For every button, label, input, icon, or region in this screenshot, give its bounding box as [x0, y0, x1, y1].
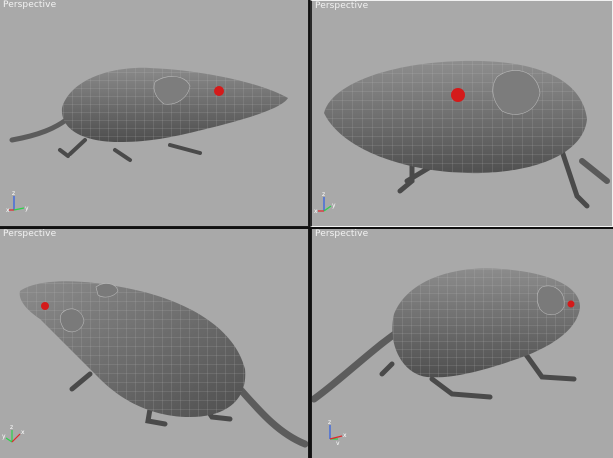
- viewport-label[interactable]: Perspective: [3, 229, 56, 239]
- axis-y-label: y: [336, 440, 340, 445]
- eye: [567, 300, 575, 308]
- axis-z-label: z: [12, 190, 15, 197]
- axis-z-label: z: [322, 191, 325, 198]
- axis-y-label: y: [2, 433, 6, 440]
- axis-x-label: x: [314, 208, 318, 215]
- eye: [214, 86, 224, 96]
- axis-tripod: z y x: [2, 424, 25, 443]
- mouse-model-side-view: [9, 67, 288, 162]
- viewport-label[interactable]: Perspective: [315, 229, 368, 239]
- axis-tripod: z x y: [6, 190, 29, 214]
- axis-tripod: z x y: [314, 191, 336, 215]
- axis-x-label: x: [21, 429, 25, 436]
- mouse-model-front-view: [324, 60, 610, 209]
- axis-z-label: z: [10, 424, 13, 431]
- axis-x-label: x: [6, 207, 10, 214]
- viewport-top-left[interactable]: z x y Perspective: [0, 0, 309, 227]
- mouse-model-rear-view: [312, 268, 580, 403]
- axis-tripod: z y x: [328, 419, 347, 445]
- mouse-model-three-quarter-view: [19, 281, 308, 448]
- eye: [451, 88, 465, 102]
- viewport-grid: z x y Perspective z x y Perspective z y …: [0, 0, 613, 458]
- viewport-bottom-right[interactable]: z y x Perspective: [311, 229, 613, 458]
- axis-y-label: y: [332, 202, 336, 209]
- axis-x-label: x: [343, 432, 347, 439]
- viewport-label[interactable]: Perspective: [315, 1, 368, 11]
- viewport-label[interactable]: Perspective: [3, 0, 56, 10]
- axis-z-label: z: [328, 419, 331, 426]
- viewport-bottom-left[interactable]: z y x Perspective: [0, 229, 309, 458]
- viewport-top-right[interactable]: z x y Perspective: [310, 0, 613, 227]
- eye: [41, 302, 49, 310]
- axis-y-label: y: [25, 205, 29, 212]
